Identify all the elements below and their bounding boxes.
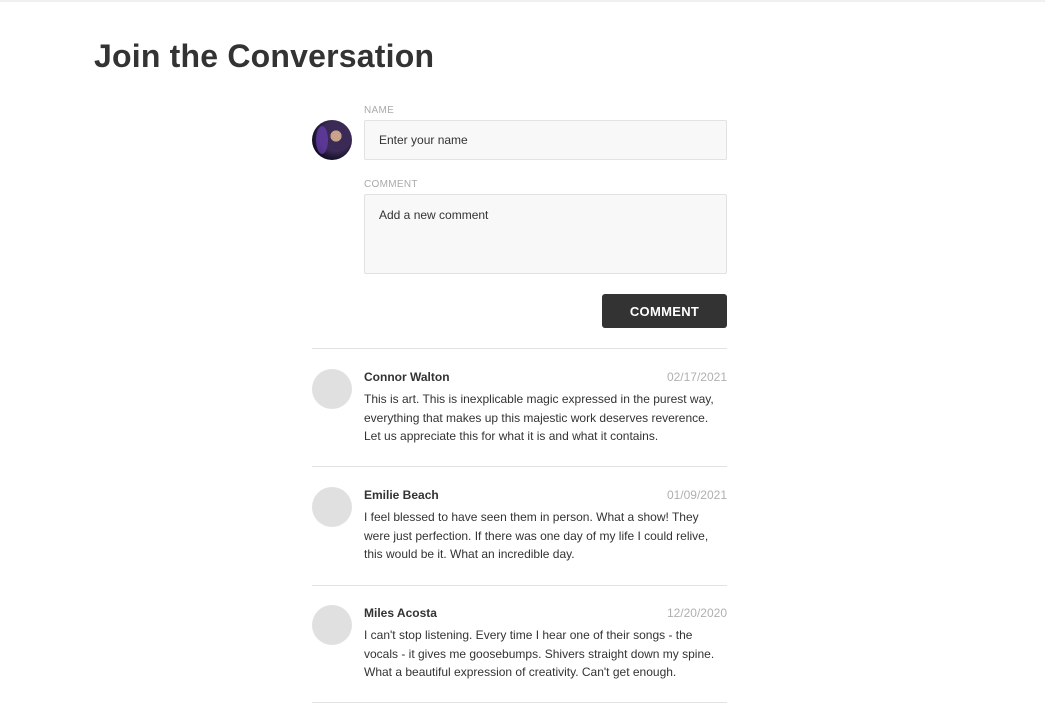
name-input[interactable] — [364, 120, 727, 160]
divider — [312, 585, 727, 586]
comment-input[interactable] — [364, 194, 727, 274]
comment-label: COMMENT — [364, 179, 418, 190]
submit-comment-button[interactable]: COMMENT — [602, 294, 727, 328]
comment-item: Emilie Beach 01/09/2021 I feel blessed t… — [312, 485, 727, 585]
page-title: Join the Conversation — [94, 38, 435, 74]
comment-author: Miles Acosta — [364, 606, 437, 620]
top-border — [0, 0, 1045, 2]
commenter-avatar — [312, 369, 352, 409]
avatar-photo-icon — [316, 126, 328, 154]
divider — [312, 348, 727, 349]
divider — [312, 466, 727, 467]
comment-item: Miles Acosta 12/20/2020 I can't stop lis… — [312, 603, 727, 703]
comment-text: This is art. This is inexplicable magic … — [364, 392, 714, 443]
comment-text: I can't stop listening. Every time I hea… — [364, 628, 715, 679]
user-avatar — [312, 120, 352, 160]
comment-author: Connor Walton — [364, 370, 450, 384]
comment-item: Connor Walton 02/17/2021 This is art. Th… — [312, 367, 727, 467]
commenter-avatar — [312, 605, 352, 645]
comment-date: 01/09/2021 — [666, 488, 727, 502]
comment-date: 12/20/2020 — [666, 606, 727, 620]
name-label: NAME — [364, 105, 395, 116]
comment-author: Emilie Beach — [364, 488, 439, 502]
comment-date: 02/17/2021 — [666, 370, 727, 384]
commenter-avatar — [312, 487, 352, 527]
comment-text: I feel blessed to have seen them in pers… — [364, 510, 709, 561]
divider — [312, 702, 727, 703]
